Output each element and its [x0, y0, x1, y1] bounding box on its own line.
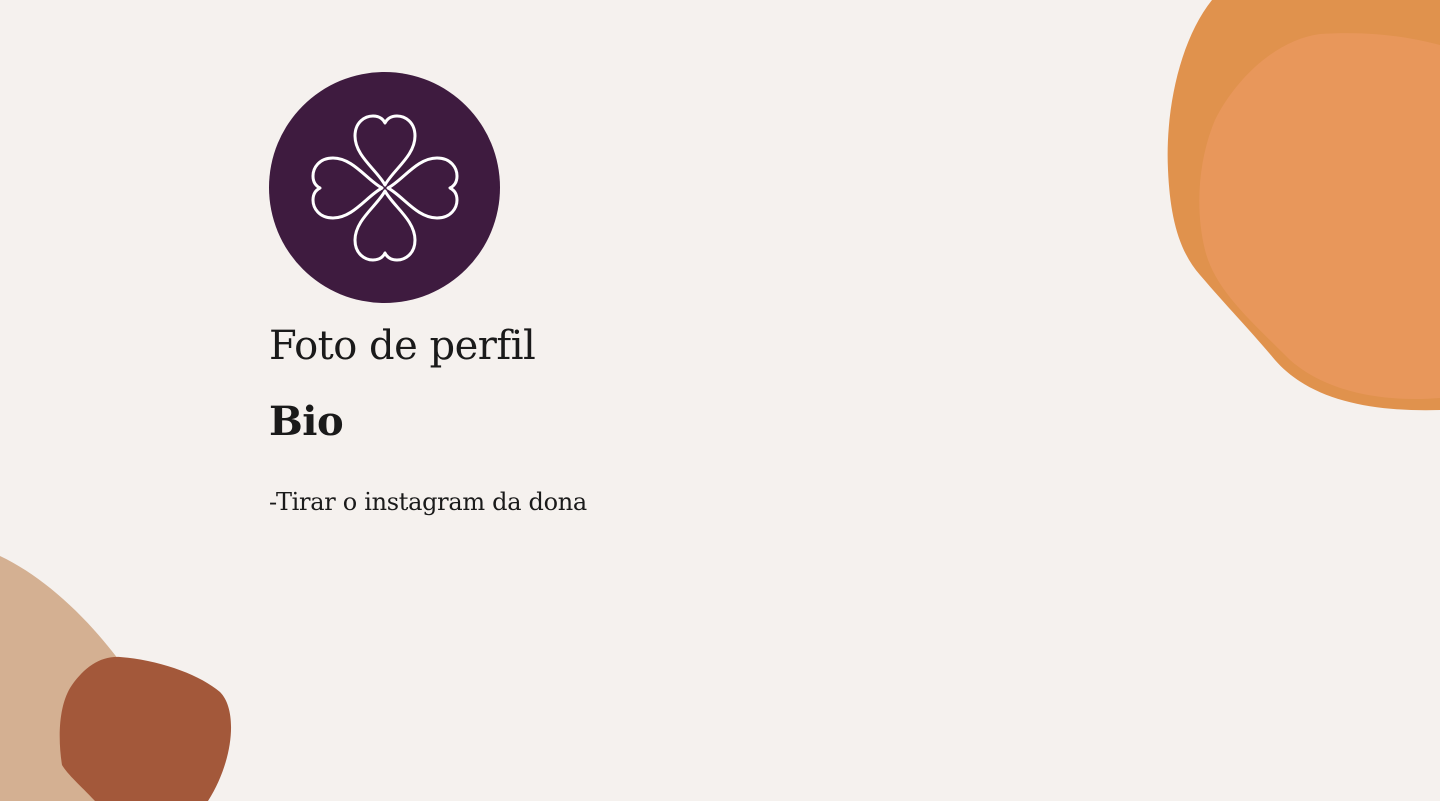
- profile-avatar: [269, 72, 500, 303]
- rust-blob: [59, 656, 232, 801]
- section-heading-bio: Bio: [269, 398, 344, 445]
- page-title: Foto de perfil: [269, 323, 536, 369]
- decorative-blobs: [0, 0, 1440, 801]
- slide: Foto de perfil Bio -Tirar o instagram da…: [0, 0, 1440, 801]
- clover-hearts-icon: [311, 114, 458, 261]
- bio-note: -Tirar o instagram da dona: [269, 488, 587, 516]
